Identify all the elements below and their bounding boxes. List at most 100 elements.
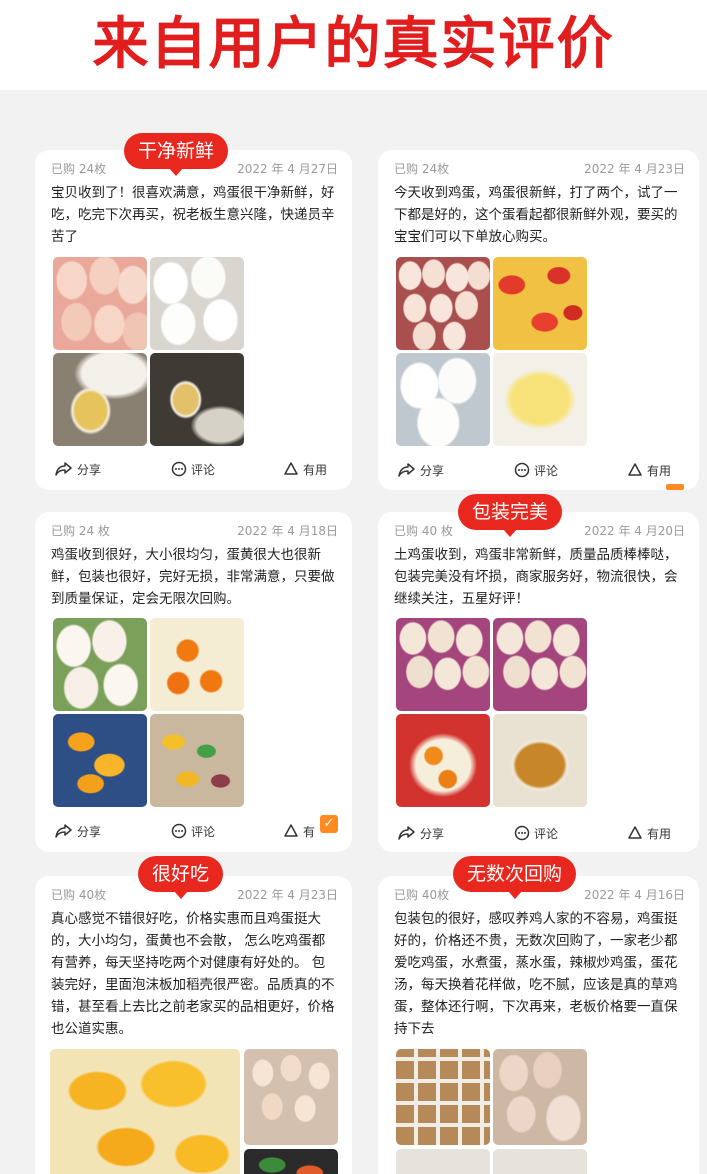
share-label: 分享 (420, 826, 445, 841)
review-card: 已购 40 枚 2022 年 4 月20日 土鸡蛋收到，鸡蛋非常新鲜，质量品质棒… (378, 512, 699, 852)
review-photo[interactable] (53, 257, 147, 350)
share-label: 分享 (420, 463, 445, 478)
review-photo[interactable] (396, 257, 490, 350)
review-photo[interactable] (493, 257, 587, 350)
comment-icon (171, 823, 187, 839)
review-actions: 分享 评论 有 (53, 819, 338, 843)
review-card: 已购 40枚 2022 年 4 月23日 真心感觉不错很好吃，价格实惠而且鸡蛋挺… (35, 876, 352, 1174)
purchase-quantity: 已购 24 枚 (51, 524, 110, 538)
comment-button[interactable]: 评论 (171, 457, 215, 481)
review-photo[interactable] (244, 1149, 338, 1174)
review-card: 已购 40枚 2022 年 4 月16日 包装包的很好，感叹养鸡人家的不容易，鸡… (378, 876, 699, 1174)
comment-button[interactable]: 评论 (514, 821, 558, 845)
review-date: 2022 年 4 月18日 (237, 524, 338, 538)
review-photo[interactable] (493, 618, 587, 711)
review-photo[interactable] (244, 1049, 338, 1145)
review-actions: 分享 评论 有用 (396, 821, 685, 845)
review-photo[interactable] (396, 353, 490, 446)
comment-icon (514, 462, 530, 478)
useful-label: 有用 (647, 826, 672, 841)
review-highlight-tag: 干净新鲜 (124, 133, 229, 176)
useful-label: 有用 (303, 462, 328, 477)
share-label: 分享 (77, 824, 102, 839)
useful-button[interactable]: 有用 (627, 821, 671, 845)
review-highlight-tag: 无数次回购 (453, 856, 577, 899)
review-photos (53, 618, 248, 810)
share-button[interactable]: 分享 (398, 821, 444, 845)
share-label: 分享 (77, 462, 102, 477)
share-button[interactable]: 分享 (398, 458, 444, 482)
review-photo[interactable] (493, 714, 587, 807)
share-icon (398, 826, 415, 840)
share-button[interactable]: 分享 (55, 819, 101, 843)
useful-button[interactable]: 有用 (283, 457, 327, 481)
useful-button[interactable]: 有 (283, 819, 315, 843)
review-date: 2022 年 4 月27日 (237, 162, 338, 176)
review-text: 鸡蛋收到很好，大小很均匀，蛋黄很大也很新鲜，包装也很好，完好无损，非常满意，只要… (51, 547, 335, 607)
review-photo[interactable] (150, 714, 244, 807)
comment-icon (514, 825, 530, 841)
comment-label: 评论 (191, 462, 216, 477)
review-date: 2022 年 4 月23日 (584, 162, 685, 176)
review-text: 包装包的很好，感叹养鸡人家的不容易，鸡蛋挺好的，价格还不贵，无数次回购了，一家老… (394, 911, 678, 1037)
comment-label: 评论 (191, 824, 216, 839)
review-photos (396, 618, 591, 810)
checkbox-checked-icon[interactable]: ✓ (320, 815, 338, 833)
review-photo[interactable] (396, 1149, 490, 1174)
purchase-quantity: 已购 24枚 (51, 162, 107, 176)
review-text: 真心感觉不错很好吃，价格实惠而且鸡蛋挺大的，大小均匀，蛋黄也不会散， 怎么吃鸡蛋… (51, 911, 335, 1037)
review-photo[interactable] (53, 353, 147, 446)
purchase-quantity: 已购 40枚 (51, 888, 107, 902)
review-photo[interactable] (150, 618, 244, 711)
comment-label: 评论 (534, 826, 559, 841)
review-photo[interactable] (53, 618, 147, 711)
useful-label: 有用 (647, 463, 672, 478)
review-photo[interactable] (150, 257, 244, 350)
share-icon (55, 462, 72, 476)
review-date: 2022 年 4 月23日 (237, 888, 338, 902)
review-photo[interactable] (396, 714, 490, 807)
useful-button[interactable]: 有用 (627, 458, 671, 482)
review-photo[interactable] (493, 1149, 587, 1174)
thumb-up-icon (284, 824, 298, 837)
review-text: 土鸡蛋收到，鸡蛋非常新鲜，质量品质棒棒哒，包装完美没有坏损，商家服务好，物流很快… (394, 547, 678, 607)
review-photo[interactable] (150, 353, 244, 446)
review-highlight-tag: 包装完美 (458, 494, 563, 537)
page-headline: 来自用户的真实评价 (0, 0, 707, 90)
comment-label: 评论 (534, 463, 559, 478)
share-icon (55, 824, 72, 838)
purchase-quantity: 已购 40 枚 (394, 524, 453, 538)
review-photo[interactable] (50, 1049, 240, 1174)
review-photo[interactable] (53, 714, 147, 807)
thumb-up-icon (628, 463, 642, 476)
review-card: 已购 24 枚 2022 年 4 月18日 鸡蛋收到很好，大小很均匀，蛋黄很大也… (35, 512, 352, 852)
review-actions: 分享 评论 有用 (53, 457, 338, 481)
comment-icon (171, 461, 187, 477)
review-photos (50, 1049, 340, 1174)
review-photo[interactable] (493, 353, 587, 446)
review-card: 已购 24枚 2022 年 4 月23日 今天收到鸡蛋，鸡蛋很新鲜，打了两个，试… (378, 150, 699, 490)
comment-button[interactable]: 评论 (171, 819, 215, 843)
review-text: 宝贝收到了！很喜欢满意，鸡蛋很干净新鲜，好吃，吃完下次再买，祝老板生意兴隆，快递… (51, 185, 335, 245)
review-card: 已购 24枚 2022 年 4 月27日 宝贝收到了！很喜欢满意，鸡蛋很干净新鲜… (35, 150, 352, 490)
thumb-up-icon (284, 462, 298, 475)
review-photos (53, 257, 248, 449)
review-photo[interactable] (396, 618, 490, 711)
review-highlight-tag: 很好吃 (138, 856, 224, 899)
review-photos (396, 1049, 591, 1174)
share-icon (398, 463, 415, 477)
useful-label: 有 (303, 824, 316, 839)
share-button[interactable]: 分享 (55, 457, 101, 481)
purchase-quantity: 已购 24枚 (394, 162, 450, 176)
review-text: 今天收到鸡蛋，鸡蛋很新鲜，打了两个，试了一下都是好的，这个蛋看起都很新鲜外观，要… (394, 185, 678, 245)
comment-button[interactable]: 评论 (514, 458, 558, 482)
thumb-up-icon (628, 826, 642, 839)
purchase-quantity: 已购 40枚 (394, 888, 450, 902)
review-photo[interactable] (396, 1049, 490, 1145)
review-photo[interactable] (493, 1049, 587, 1145)
review-photos (396, 257, 591, 449)
selection-marker (666, 484, 684, 490)
review-actions: 分享 评论 有用 (396, 458, 685, 482)
review-date: 2022 年 4 月20日 (584, 524, 685, 538)
review-date: 2022 年 4 月16日 (584, 888, 685, 902)
